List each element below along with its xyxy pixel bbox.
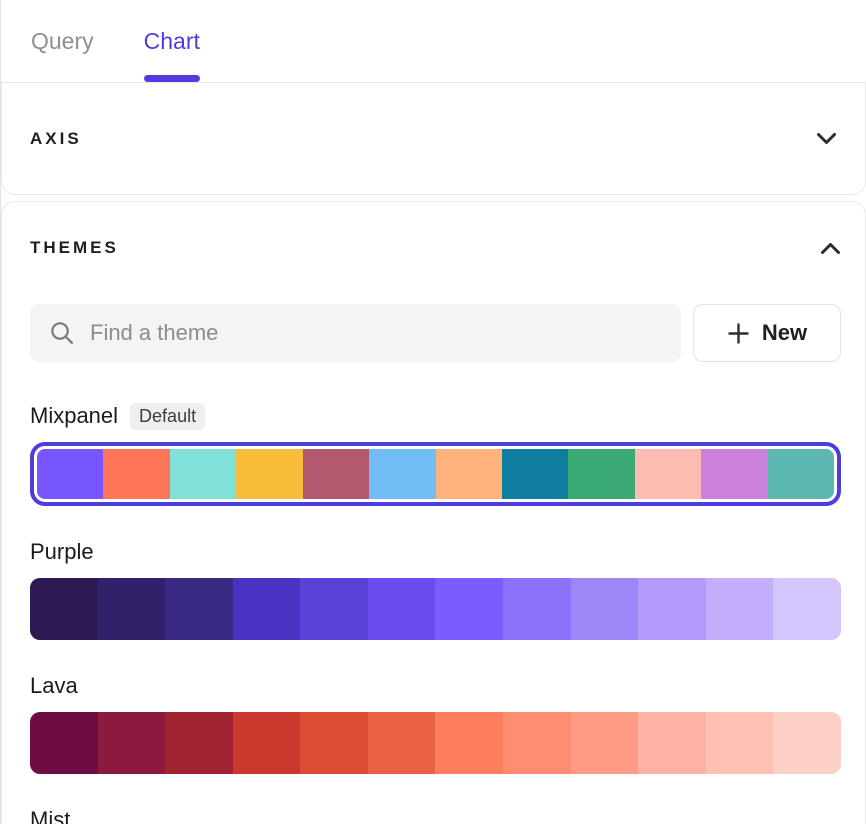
theme-name: Purple: [30, 539, 94, 565]
color-swatch: [706, 578, 774, 640]
tab-bar: Query Chart: [1, 0, 866, 83]
color-swatch: [768, 449, 834, 499]
theme-row-purple[interactable]: Purple: [30, 536, 841, 640]
new-theme-button[interactable]: New: [693, 304, 841, 362]
color-swatch: [571, 712, 639, 774]
theme-search-input[interactable]: [90, 320, 663, 346]
color-swatch: [98, 712, 166, 774]
axis-section-title: AXIS: [30, 129, 82, 149]
chevron-up-icon: [820, 242, 841, 255]
themes-section-title: THEMES: [30, 238, 119, 258]
color-swatch: [635, 449, 701, 499]
theme-row-mist[interactable]: Mist: [30, 804, 841, 824]
theme-search-row: New: [30, 304, 841, 362]
color-swatch: [165, 578, 233, 640]
color-swatch: [706, 712, 774, 774]
default-badge: Default: [130, 403, 205, 430]
color-swatch: [165, 712, 233, 774]
theme-name: Mixpanel: [30, 403, 118, 429]
color-swatch: [37, 449, 103, 499]
color-swatch: [368, 712, 436, 774]
theme-head: Purple: [30, 536, 841, 568]
chart-settings-panel: Query Chart AXIS THEMES: [0, 0, 866, 824]
chevron-down-icon: [816, 132, 837, 145]
color-swatch: [435, 578, 503, 640]
color-swatch: [300, 578, 368, 640]
color-swatch: [368, 578, 436, 640]
color-swatch: [503, 712, 571, 774]
axis-section-header[interactable]: AXIS: [1, 83, 866, 195]
color-swatch: [236, 449, 302, 499]
search-icon: [48, 319, 76, 347]
color-swatch: [170, 449, 236, 499]
theme-name: Lava: [30, 673, 78, 699]
theme-swatch-bar[interactable]: [30, 578, 841, 640]
tab-chart[interactable]: Chart: [144, 0, 200, 82]
tab-query-label: Query: [31, 28, 94, 55]
color-swatch: [773, 712, 841, 774]
color-swatch: [369, 449, 435, 499]
theme-head: Mist: [30, 804, 841, 824]
theme-head: Mixpanel Default: [30, 400, 841, 432]
color-swatch: [773, 578, 841, 640]
color-swatch: [571, 578, 639, 640]
color-swatch: [98, 578, 166, 640]
color-swatch: [233, 712, 301, 774]
color-swatch: [503, 578, 571, 640]
color-swatch: [303, 449, 369, 499]
color-swatch: [638, 578, 706, 640]
theme-list: Mixpanel Default Purple Lava Mist: [30, 400, 841, 824]
theme-row-mixpanel[interactable]: Mixpanel Default: [30, 400, 841, 506]
tab-chart-label: Chart: [144, 28, 200, 55]
color-swatch: [30, 578, 98, 640]
color-swatch: [30, 712, 98, 774]
color-swatch: [701, 449, 767, 499]
plus-icon: [727, 322, 750, 345]
color-swatch: [435, 712, 503, 774]
tab-active-underline: [144, 75, 200, 82]
color-swatch: [568, 449, 634, 499]
theme-head: Lava: [30, 670, 841, 702]
new-theme-button-label: New: [762, 320, 807, 346]
color-swatch: [233, 578, 301, 640]
theme-search-box[interactable]: [30, 304, 681, 362]
color-swatch: [103, 449, 169, 499]
color-swatch: [300, 712, 368, 774]
themes-section: THEMES New MixpanelDefaultPurpl: [1, 201, 866, 824]
theme-swatch-bar[interactable]: [30, 442, 841, 506]
color-swatch: [436, 449, 502, 499]
color-swatch: [638, 712, 706, 774]
theme-swatch-bar[interactable]: [30, 712, 841, 774]
theme-name: Mist: [30, 807, 70, 824]
themes-section-header[interactable]: THEMES: [30, 238, 841, 258]
tab-query[interactable]: Query: [31, 0, 94, 82]
theme-row-lava[interactable]: Lava: [30, 670, 841, 774]
color-swatch: [502, 449, 568, 499]
